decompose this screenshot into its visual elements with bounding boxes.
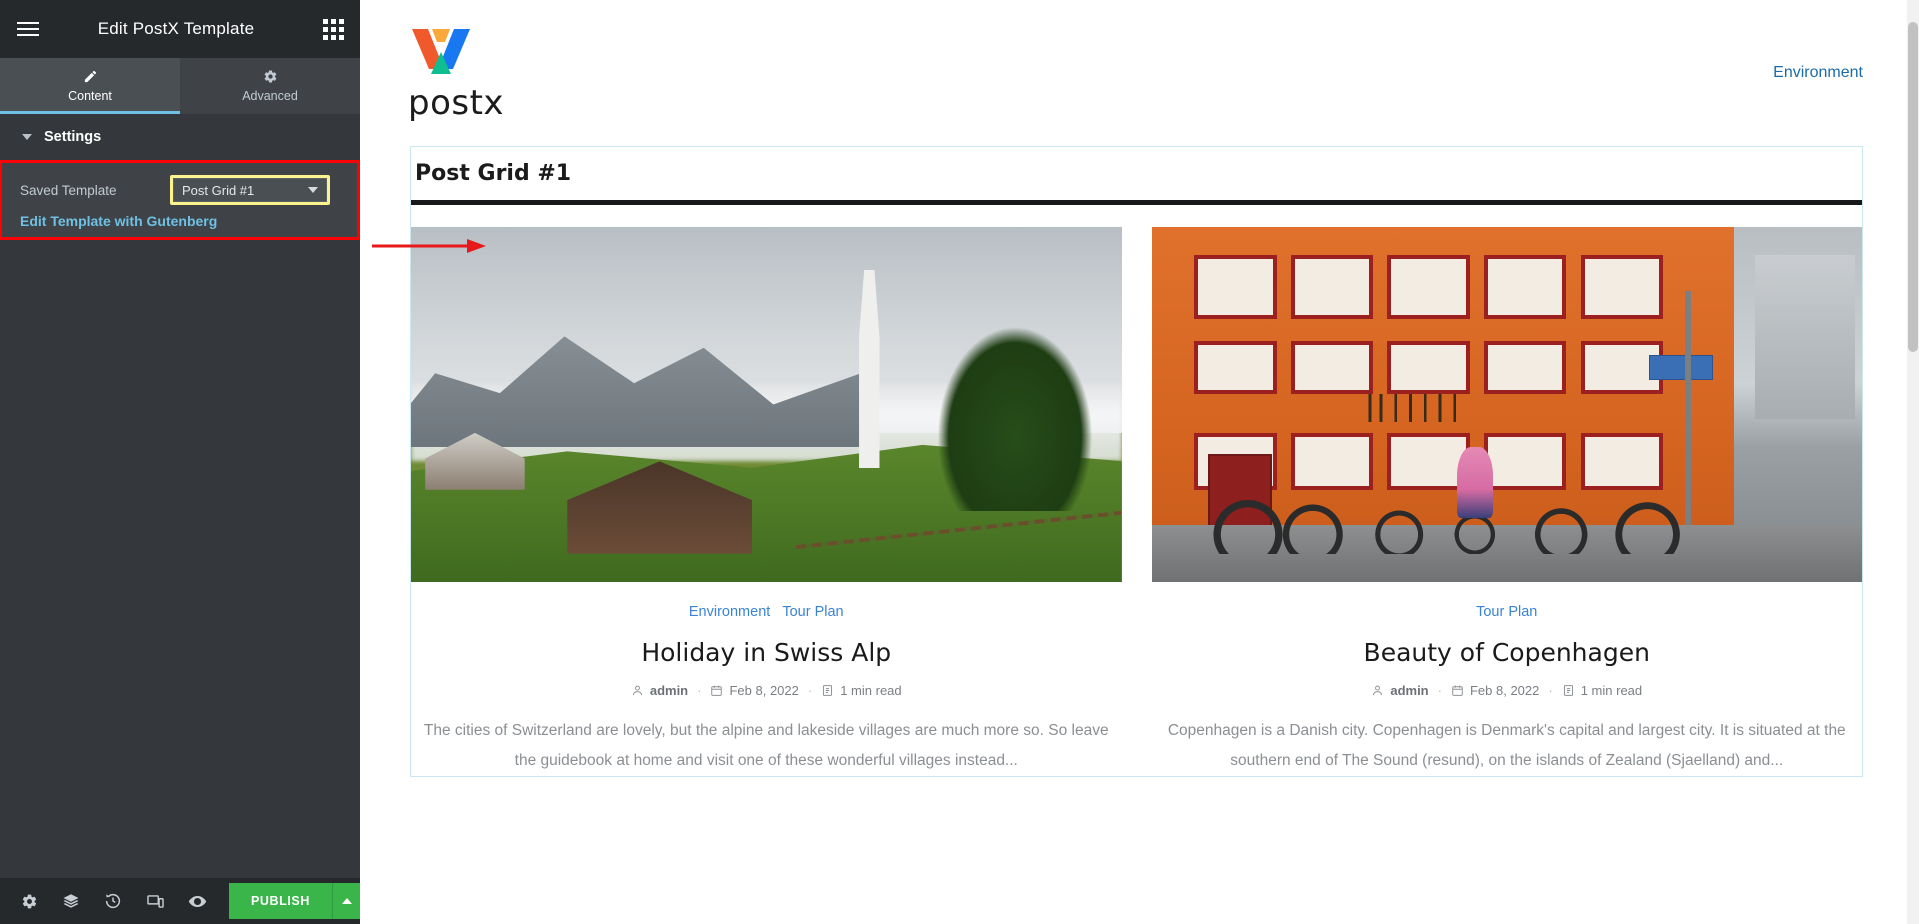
panel-title: Edit PostX Template — [97, 19, 255, 38]
person-icon — [1373, 685, 1383, 696]
publish-options-caret[interactable] — [332, 883, 361, 919]
category-link[interactable]: Tour Plan — [782, 604, 843, 620]
meta-separator: · — [1548, 683, 1553, 698]
caret-up-icon — [341, 898, 352, 904]
post-meta: admin · Feb 8, 2022 · 1 min read — [1152, 683, 1863, 698]
calendar-icon — [711, 685, 723, 696]
settings-gear-icon[interactable] — [8, 878, 50, 924]
post-author-name: admin — [1390, 683, 1429, 698]
post-date-text: Feb 8, 2022 — [729, 683, 799, 698]
post-title[interactable]: Holiday in Swiss Alp — [411, 638, 1122, 667]
post-excerpt: Copenhagen is a Danish city. Copenhagen … — [1167, 722, 1846, 769]
saved-template-value: Post Grid #1 — [182, 182, 255, 198]
edit-template-with-gutenberg-link[interactable]: Edit Template with Gutenberg — [20, 213, 217, 229]
panel-bottom-bar: PUBLISH — [0, 878, 361, 924]
brand[interactable]: postx — [408, 23, 504, 123]
post-grid-title: Post Grid #1 — [415, 161, 572, 186]
panel-empty-area — [0, 240, 360, 878]
pencil-icon — [83, 69, 98, 84]
post-read-time: 1 min read — [1562, 683, 1642, 698]
publish-button-group: PUBLISH — [228, 883, 361, 919]
saved-template-label: Saved Template — [20, 182, 117, 198]
saved-template-select-highlight: Post Grid #1 — [170, 175, 330, 205]
meta-separator: · — [807, 683, 813, 698]
category-link[interactable]: Tour Plan — [1476, 604, 1537, 620]
copenhagen-photo[interactable] — [1151, 227, 1862, 582]
post-read-time: 1 min read — [821, 683, 902, 698]
tab-advanced[interactable]: Advanced — [180, 58, 360, 114]
post-author: admin — [1371, 683, 1429, 698]
saved-template-select[interactable]: Post Grid #1 — [173, 178, 327, 202]
reading-time-icon — [1563, 685, 1573, 696]
post-card: Tour Plan Beauty of Copenhagen admin · F… — [1151, 227, 1863, 776]
navigator-layers-icon[interactable] — [50, 878, 92, 924]
saved-template-row: Saved Template Post Grid #1 — [20, 163, 339, 209]
post-grid-heading-bar: Post Grid #1 — [411, 147, 1862, 205]
person-icon — [632, 685, 642, 696]
template-preview-canvas: postx Environment Post Grid #1 Environme… — [360, 0, 1919, 924]
apps-grid-icon[interactable] — [306, 0, 360, 58]
post-date-text: Feb 8, 2022 — [1469, 683, 1540, 698]
preview-scrollbar-thumb[interactable] — [1908, 22, 1918, 352]
publish-button[interactable]: PUBLISH — [228, 883, 333, 919]
caret-down-icon — [22, 134, 32, 140]
tab-content[interactable]: Content — [0, 58, 180, 114]
settings-section-header[interactable]: Settings — [0, 114, 360, 160]
post-title[interactable]: Beauty of Copenhagen — [1152, 638, 1863, 667]
category-link[interactable]: Environment — [689, 604, 770, 620]
post-date: Feb 8, 2022 — [1451, 683, 1539, 698]
reading-time-icon — [823, 685, 833, 696]
preview-scrollbar-track[interactable] — [1907, 0, 1919, 924]
postx-logo-icon — [412, 29, 470, 74]
history-icon[interactable] — [92, 878, 134, 924]
post-author-name: admin — [649, 683, 689, 698]
annotation-arrow — [372, 239, 486, 253]
post-grid-block: Post Grid #1 Environment Tour Plan Holid… — [410, 146, 1863, 777]
post-excerpt: The cities of Switzerland are lovely, bu… — [423, 722, 1109, 769]
post-read-time-text: 1 min read — [840, 683, 902, 698]
editor-panel: Edit PostX Template Content Advanced Set… — [0, 0, 361, 924]
post-date: Feb 8, 2022 — [710, 683, 799, 698]
post-author: admin — [631, 683, 688, 698]
elementor-editor-screen: Edit PostX Template Content Advanced Set… — [0, 0, 1919, 924]
post-categories: Tour Plan — [1152, 604, 1863, 620]
post-card: Environment Tour Plan Holiday in Swiss A… — [411, 227, 1122, 776]
brand-name: postx — [408, 83, 505, 123]
settings-highlight-box: Saved Template Post Grid #1 Edit Templat… — [0, 160, 360, 240]
post-meta: admin · Feb 8, 2022 · 1 min read — [411, 683, 1122, 698]
meta-separator: · — [697, 683, 702, 698]
meta-separator: · — [1437, 683, 1442, 698]
site-header: postx Environment — [360, 0, 1919, 146]
tab-advanced-label: Advanced — [242, 89, 298, 103]
post-categories: Environment Tour Plan — [411, 604, 1122, 620]
panel-tabs: Content Advanced — [0, 58, 360, 114]
settings-section-title: Settings — [44, 129, 102, 145]
post-grid-cards: Environment Tour Plan Holiday in Swiss A… — [411, 205, 1862, 776]
calendar-icon — [1452, 685, 1463, 696]
swiss-alp-photo[interactable] — [411, 227, 1122, 582]
panel-top-bar: Edit PostX Template — [0, 0, 360, 58]
tab-content-label: Content — [68, 89, 112, 103]
nav-link-environment[interactable]: Environment — [1773, 64, 1863, 82]
post-read-time-text: 1 min read — [1580, 683, 1643, 698]
preview-eye-icon[interactable] — [177, 878, 219, 924]
chevron-down-icon — [308, 187, 318, 193]
responsive-mode-icon[interactable] — [135, 878, 177, 924]
gear-icon — [263, 69, 278, 84]
